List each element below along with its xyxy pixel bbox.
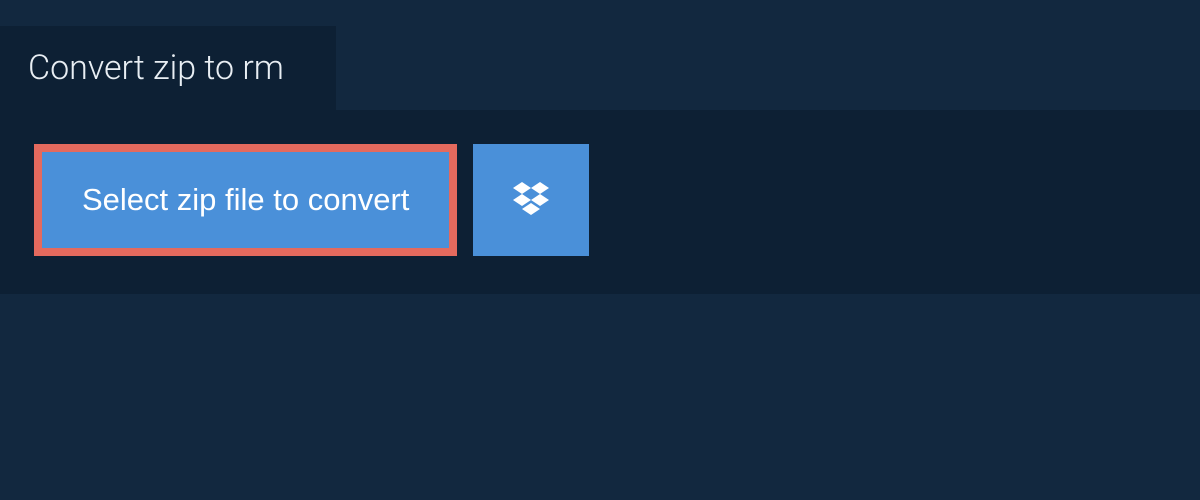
select-file-button[interactable]: Select zip file to convert [42,152,449,248]
tab-title: Convert zip to rm [0,26,336,110]
dropbox-icon [511,180,551,220]
dropbox-button[interactable] [473,144,589,256]
upload-panel: Select zip file to convert [0,110,1200,294]
select-file-highlight-frame: Select zip file to convert [34,144,457,256]
select-file-label: Select zip file to convert [82,182,409,217]
tab-title-text: Convert zip to rm [28,48,284,88]
